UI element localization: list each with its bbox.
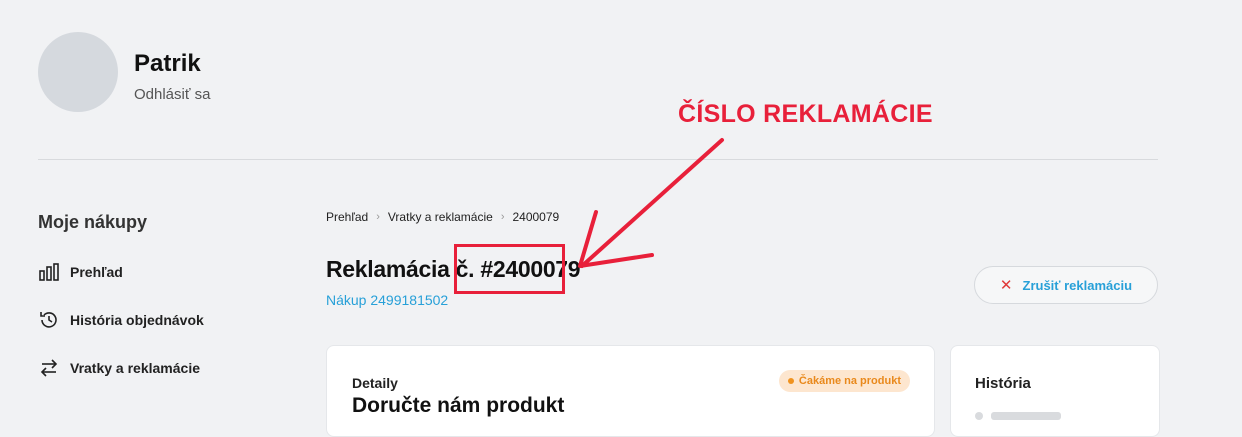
chevron-right-icon: › — [376, 211, 380, 223]
detail-title: Doručte nám produkt — [352, 394, 565, 417]
divider — [38, 159, 1158, 160]
breadcrumb-item-current: 2400079 — [512, 210, 560, 224]
history-card: História — [950, 345, 1160, 437]
avatar — [38, 32, 118, 112]
history-title: História — [975, 375, 1031, 392]
chevron-right-icon: › — [500, 211, 505, 223]
sidebar-item-overview[interactable]: Prehľad — [38, 261, 123, 283]
chart-bars-icon — [39, 263, 59, 281]
breadcrumb: Prehľad › Vratky a reklamácie › 2400079 — [326, 210, 559, 224]
status-badge: Čakáme na produkt — [778, 370, 910, 392]
sidebar-item-label: História objednávok — [70, 312, 204, 328]
cancel-claim-button[interactable]: ✕ Zrušiť reklamáciu — [974, 266, 1158, 304]
purchase-link[interactable]: Nákup 2499181502 — [326, 292, 448, 308]
sidebar-item-returns[interactable]: Vratky a reklamácie — [38, 357, 200, 379]
sidebar-title: Moje nákupy — [38, 212, 148, 232]
timeline-dot — [975, 412, 983, 420]
user-name: Patrik — [134, 50, 201, 77]
cancel-claim-label: Zrušiť reklamáciu — [1022, 277, 1133, 293]
swap-arrows-icon — [40, 359, 58, 377]
sidebar-item-label: Vratky a reklamácie — [70, 360, 200, 376]
detail-card: Detaily Doručte nám produkt Čakáme na pr… — [326, 345, 935, 437]
annotation-label: ČÍSLO REKLAMÁCIE — [678, 100, 933, 128]
history-icon — [40, 312, 57, 328]
status-label: Čakáme na produkt — [798, 375, 901, 387]
sidebar-item-order-history[interactable]: História objednávok — [38, 309, 204, 331]
timeline-entry-cropped — [991, 412, 1061, 420]
detail-label: Detaily — [352, 375, 398, 391]
breadcrumb-item[interactable]: Prehľad — [326, 210, 368, 224]
page-title-prefix: Reklamácia č. — [326, 256, 475, 282]
breadcrumb-item[interactable]: Vratky a reklamácie — [388, 210, 493, 224]
status-dot-icon — [787, 378, 794, 384]
sidebar-item-label: Prehľad — [70, 264, 123, 280]
logout-link[interactable]: Odhlásiť sa — [134, 86, 211, 103]
close-icon: ✕ — [999, 277, 1013, 294]
annotation-highlight-box — [454, 244, 565, 294]
